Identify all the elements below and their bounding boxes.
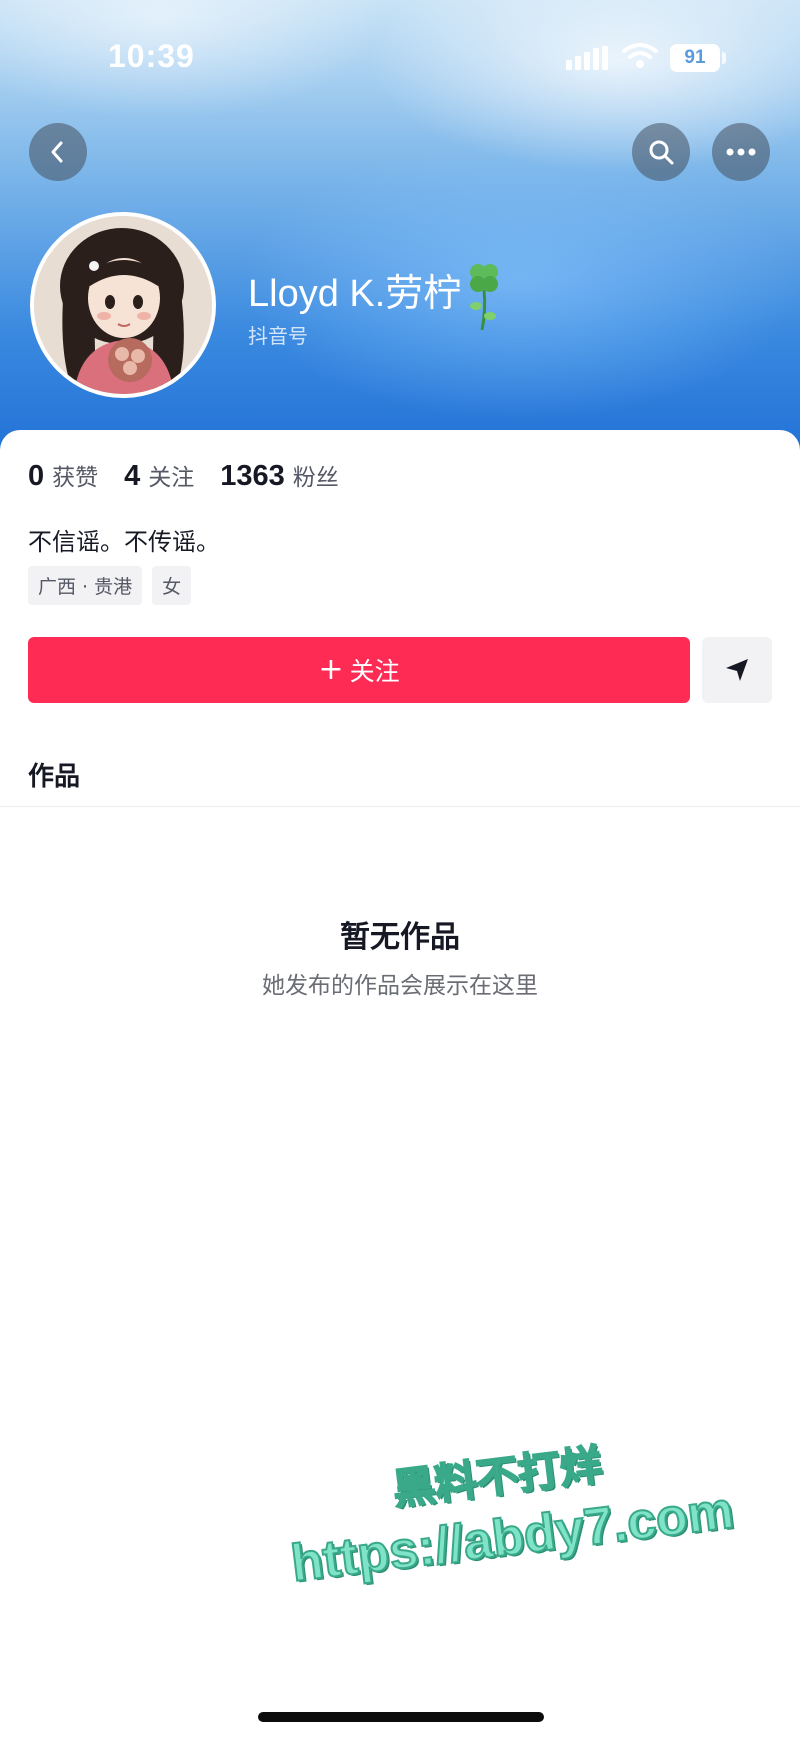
douyin-id-label: 抖音号 [248, 324, 308, 348]
stat-following-label: 关注 [148, 465, 195, 491]
profile-name: Lloyd K.劳柠 [248, 273, 462, 315]
home-indicator[interactable] [258, 1712, 544, 1722]
back-button[interactable] [29, 123, 87, 181]
stat-followers-label: 粉丝 [292, 465, 339, 491]
profile-bio: 不信谣。不传谣。 [28, 528, 220, 556]
signal-icon [566, 46, 608, 70]
empty-state-subtitle: 她发布的作品会展示在这里 [262, 973, 538, 999]
back-icon [51, 141, 63, 163]
search-icon [649, 140, 674, 165]
search-button[interactable] [632, 123, 690, 181]
tab-divider [0, 806, 800, 807]
wifi-icon [622, 43, 658, 68]
plus-icon: + [318, 652, 344, 687]
tag-location: 广西 · 贵港 [28, 566, 143, 605]
avatar-illustration [34, 216, 212, 394]
follow-button[interactable]: + 关注 [28, 637, 690, 703]
stat-followers-value: 1363 [220, 460, 285, 492]
clover-icon [470, 264, 498, 331]
stat-likes-value: 0 [28, 460, 45, 492]
tag-gender: 女 [152, 566, 192, 605]
battery-indicator: 91 [670, 44, 720, 72]
tab-works[interactable]: 作品 [28, 756, 80, 793]
follow-button-label: 关注 [349, 657, 400, 686]
more-icon [726, 148, 756, 156]
profile-tags: 广西 · 贵港 女 [28, 566, 201, 605]
stat-likes[interactable]: 0 获赞 [28, 458, 98, 493]
profile-stats: 0 获赞 4 关注 1363 粉丝 [28, 458, 365, 493]
stat-following-value: 4 [124, 460, 141, 492]
battery-level: 91 [684, 47, 706, 68]
more-button[interactable] [712, 123, 770, 181]
stat-likes-label: 获赞 [52, 465, 99, 491]
status-time: 10:39 [108, 38, 195, 74]
send-icon [726, 659, 748, 681]
stat-following[interactable]: 4 关注 [124, 458, 194, 493]
avatar[interactable] [30, 212, 216, 398]
stat-followers[interactable]: 1363 粉丝 [220, 458, 339, 493]
status-bar: 10:39 91 [0, 0, 800, 118]
empty-state-title: 暂无作品 [340, 920, 460, 955]
send-message-button[interactable] [702, 637, 772, 703]
battery-tip [722, 52, 726, 64]
